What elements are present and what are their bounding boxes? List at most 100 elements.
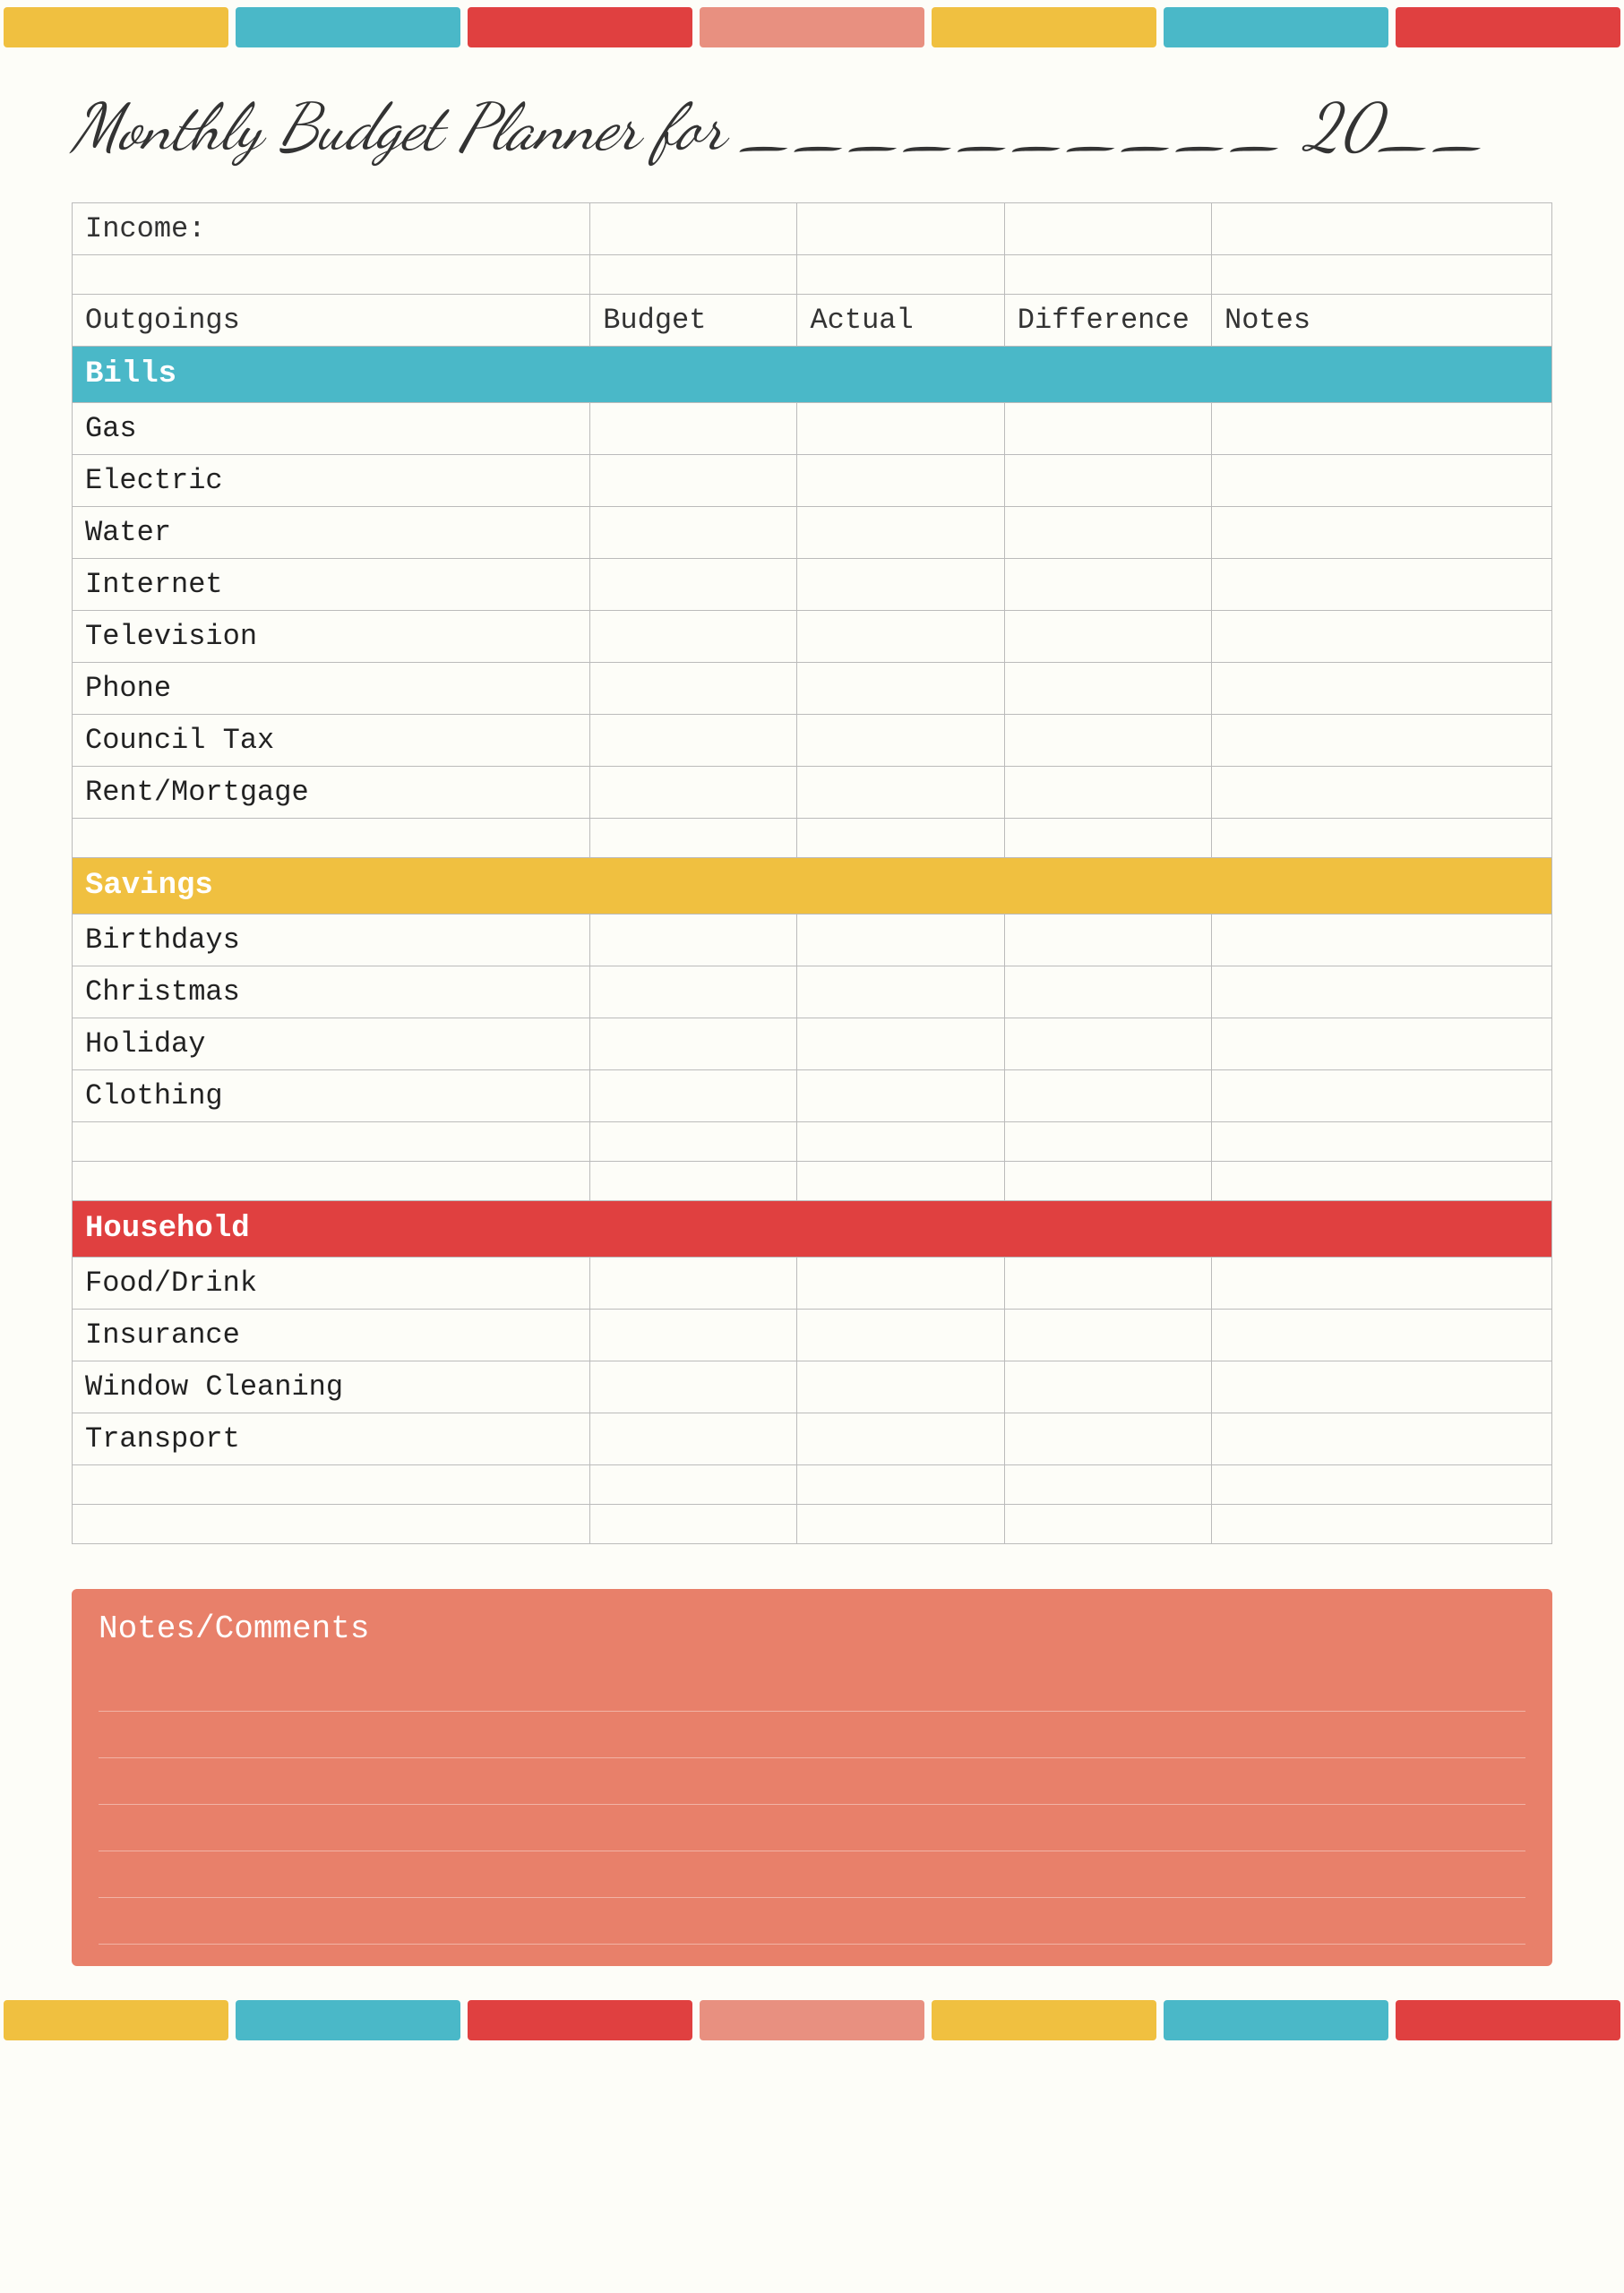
row-windowcleaning-budget[interactable]: [590, 1361, 797, 1413]
row-electric-budget[interactable]: [590, 455, 797, 507]
table-row: Window Cleaning: [73, 1361, 1552, 1413]
row-rentmortgage-notes[interactable]: [1212, 767, 1552, 819]
content-area: Income: Outgoings Budget Actual Differen…: [0, 185, 1624, 1562]
row-internet-difference[interactable]: [1004, 559, 1211, 611]
row-holiday-difference[interactable]: [1004, 1018, 1211, 1070]
row-windowcleaning-notes[interactable]: [1212, 1361, 1552, 1413]
page: Monthly Budget Planner for __________ 20…: [0, 0, 1624, 2293]
notes-lines-area: [99, 1665, 1525, 1945]
row-birthdays-notes[interactable]: [1212, 915, 1552, 966]
row-phone-notes[interactable]: [1212, 663, 1552, 715]
income-actual[interactable]: [797, 203, 1004, 255]
row-rentmortgage-actual[interactable]: [797, 767, 1004, 819]
row-gas-actual[interactable]: [797, 403, 1004, 455]
bottom-bar-yellow-1: [4, 2000, 228, 2040]
row-clothing-actual[interactable]: [797, 1070, 1004, 1122]
bills-label: Bills: [73, 347, 1552, 403]
row-water-notes[interactable]: [1212, 507, 1552, 559]
notes-line: [99, 1665, 1525, 1712]
notes-section: Notes/Comments: [72, 1589, 1552, 1966]
row-holiday-actual[interactable]: [797, 1018, 1004, 1070]
row-television-difference[interactable]: [1004, 611, 1211, 663]
notes-line: [99, 1805, 1525, 1851]
table-row: Rent/Mortgage: [73, 767, 1552, 819]
row-fooddrink-difference[interactable]: [1004, 1258, 1211, 1310]
income-budget[interactable]: [590, 203, 797, 255]
row-christmas-actual[interactable]: [797, 966, 1004, 1018]
row-insurance-difference[interactable]: [1004, 1310, 1211, 1361]
row-insurance-actual[interactable]: [797, 1310, 1004, 1361]
col-header-outgoings: Outgoings: [73, 295, 590, 347]
row-fooddrink-notes[interactable]: [1212, 1258, 1552, 1310]
bottom-bar-yellow-2: [932, 2000, 1156, 2040]
row-phone-difference[interactable]: [1004, 663, 1211, 715]
bottom-bar-teal-1: [236, 2000, 460, 2040]
row-birthdays-difference[interactable]: [1004, 915, 1211, 966]
empty-row-4: [73, 1162, 1552, 1201]
row-phone-actual[interactable]: [797, 663, 1004, 715]
notes-line: [99, 1712, 1525, 1758]
row-television-actual[interactable]: [797, 611, 1004, 663]
row-electric-difference[interactable]: [1004, 455, 1211, 507]
row-holiday-budget[interactable]: [590, 1018, 797, 1070]
row-holiday-notes[interactable]: [1212, 1018, 1552, 1070]
row-water-actual[interactable]: [797, 507, 1004, 559]
row-christmas-notes[interactable]: [1212, 966, 1552, 1018]
row-electric-notes[interactable]: [1212, 455, 1552, 507]
row-television-notes[interactable]: [1212, 611, 1552, 663]
income-difference[interactable]: [1004, 203, 1211, 255]
row-television-budget[interactable]: [590, 611, 797, 663]
row-internet-budget[interactable]: [590, 559, 797, 611]
row-counciltax-notes[interactable]: [1212, 715, 1552, 767]
bar-teal-2: [1164, 7, 1388, 47]
row-transport-difference[interactable]: [1004, 1413, 1211, 1465]
row-rentmortgage-budget[interactable]: [590, 767, 797, 819]
table-row: Transport: [73, 1413, 1552, 1465]
row-rentmortgage-difference[interactable]: [1004, 767, 1211, 819]
row-fooddrink-budget[interactable]: [590, 1258, 797, 1310]
row-electric-actual[interactable]: [797, 455, 1004, 507]
row-birthdays-actual[interactable]: [797, 915, 1004, 966]
row-clothing-budget[interactable]: [590, 1070, 797, 1122]
row-counciltax-label: Council Tax: [73, 715, 590, 767]
table-row: Birthdays: [73, 915, 1552, 966]
row-phone-budget[interactable]: [590, 663, 797, 715]
row-water-budget[interactable]: [590, 507, 797, 559]
row-transport-notes[interactable]: [1212, 1413, 1552, 1465]
row-windowcleaning-actual[interactable]: [797, 1361, 1004, 1413]
row-gas-notes[interactable]: [1212, 403, 1552, 455]
bar-red-2: [1396, 7, 1620, 47]
income-label: Income:: [73, 203, 590, 255]
row-water-difference[interactable]: [1004, 507, 1211, 559]
row-birthdays-budget[interactable]: [590, 915, 797, 966]
row-internet-notes[interactable]: [1212, 559, 1552, 611]
bar-red-1: [468, 7, 692, 47]
row-gas-budget[interactable]: [590, 403, 797, 455]
row-clothing-notes[interactable]: [1212, 1070, 1552, 1122]
row-counciltax-budget[interactable]: [590, 715, 797, 767]
row-transport-actual[interactable]: [797, 1413, 1004, 1465]
row-counciltax-difference[interactable]: [1004, 715, 1211, 767]
row-clothing-difference[interactable]: [1004, 1070, 1211, 1122]
row-insurance-notes[interactable]: [1212, 1310, 1552, 1361]
row-insurance-budget[interactable]: [590, 1310, 797, 1361]
row-counciltax-actual[interactable]: [797, 715, 1004, 767]
row-fooddrink-actual[interactable]: [797, 1258, 1004, 1310]
bar-teal-1: [236, 7, 460, 47]
row-internet-actual[interactable]: [797, 559, 1004, 611]
income-notes[interactable]: [1212, 203, 1552, 255]
row-rentmortgage-label: Rent/Mortgage: [73, 767, 590, 819]
col-header-difference: Difference: [1004, 295, 1211, 347]
bottom-bar-red-1: [468, 2000, 692, 2040]
row-phone-label: Phone: [73, 663, 590, 715]
row-gas-difference[interactable]: [1004, 403, 1211, 455]
notes-line: [99, 1758, 1525, 1805]
savings-label: Savings: [73, 858, 1552, 915]
row-transport-budget[interactable]: [590, 1413, 797, 1465]
row-christmas-label: Christmas: [73, 966, 590, 1018]
table-row: Gas: [73, 403, 1552, 455]
row-christmas-budget[interactable]: [590, 966, 797, 1018]
empty-row-5: [73, 1465, 1552, 1505]
row-christmas-difference[interactable]: [1004, 966, 1211, 1018]
row-windowcleaning-difference[interactable]: [1004, 1361, 1211, 1413]
